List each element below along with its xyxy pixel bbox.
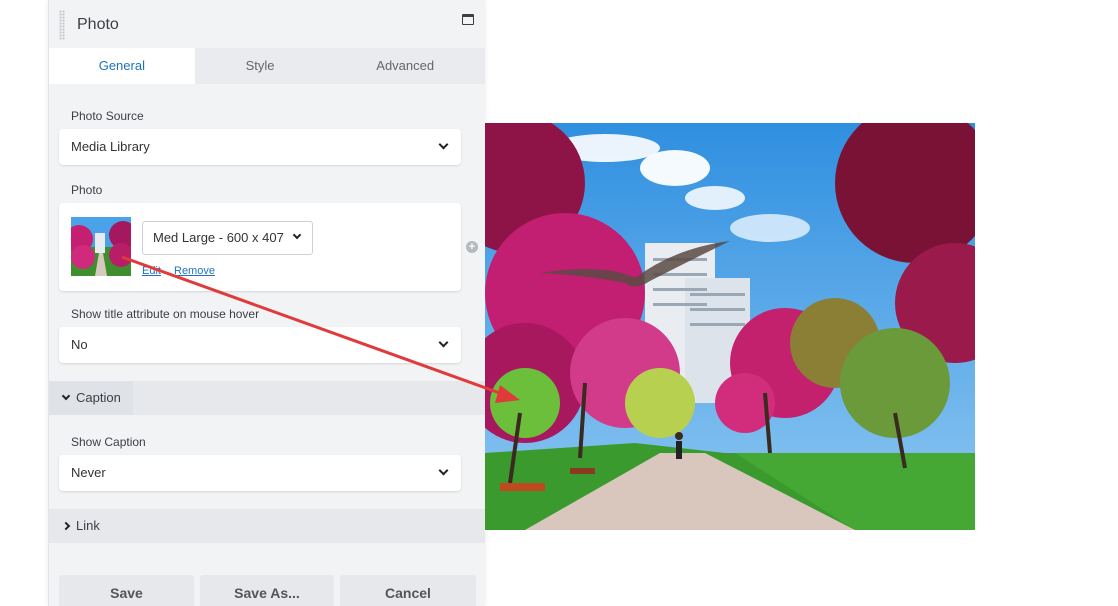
drag-handle-icon[interactable] (59, 10, 65, 40)
maximize-icon[interactable] (462, 14, 474, 25)
chevron-down-icon (292, 230, 302, 240)
tab-style[interactable]: Style (195, 48, 326, 84)
plus-circle-icon[interactable]: + (466, 241, 478, 253)
show-title-value: No (71, 337, 88, 352)
link-section-title: Link (76, 518, 100, 533)
panel-header: Photo (49, 0, 485, 48)
caption-section-header: Caption (49, 381, 485, 415)
link-section-header: Link (49, 509, 485, 543)
cancel-button[interactable]: Cancel (340, 575, 476, 606)
photo-field: Med Large - 600 x 407 Edit Remove (59, 203, 461, 291)
tab-general[interactable]: General (49, 48, 195, 84)
image-size-value: Med Large - 600 x 407 (153, 230, 284, 245)
chevron-down-icon (438, 139, 449, 150)
save-button[interactable]: Save (59, 575, 194, 606)
photo-preview (445, 103, 1015, 530)
photo-source-label: Photo Source (71, 109, 144, 123)
show-title-label: Show title attribute on mouse hover (71, 307, 260, 321)
photo-source-value: Media Library (71, 139, 150, 154)
photo-label: Photo (71, 183, 103, 197)
chevron-down-icon (438, 337, 449, 348)
image-size-select[interactable]: Med Large - 600 x 407 (142, 221, 313, 255)
edit-photo-link[interactable]: Edit (142, 265, 161, 277)
chevron-right-icon (61, 521, 71, 531)
link-section-toggle[interactable]: Link (49, 509, 133, 543)
caption-section-title: Caption (76, 390, 121, 405)
chevron-down-icon (438, 465, 449, 476)
caption-section-toggle[interactable]: Caption (49, 381, 133, 415)
photo-thumbnail[interactable] (71, 217, 131, 276)
show-title-select[interactable]: No (59, 327, 461, 363)
photo-source-select[interactable]: Media Library (59, 129, 461, 165)
tab-bar: General Style Advanced (49, 48, 485, 84)
remove-photo-link[interactable]: Remove (174, 265, 215, 277)
tab-advanced[interactable]: Advanced (325, 48, 485, 84)
panel-title: Photo (77, 16, 119, 33)
chevron-down-icon (61, 391, 71, 401)
save-as-button[interactable]: Save As... (200, 575, 334, 606)
show-caption-value: Never (71, 465, 106, 480)
show-caption-label: Show Caption (71, 435, 146, 449)
show-caption-select[interactable]: Never (59, 455, 461, 491)
settings-panel: Photo General Style Advanced Photo Sourc… (48, 0, 485, 606)
